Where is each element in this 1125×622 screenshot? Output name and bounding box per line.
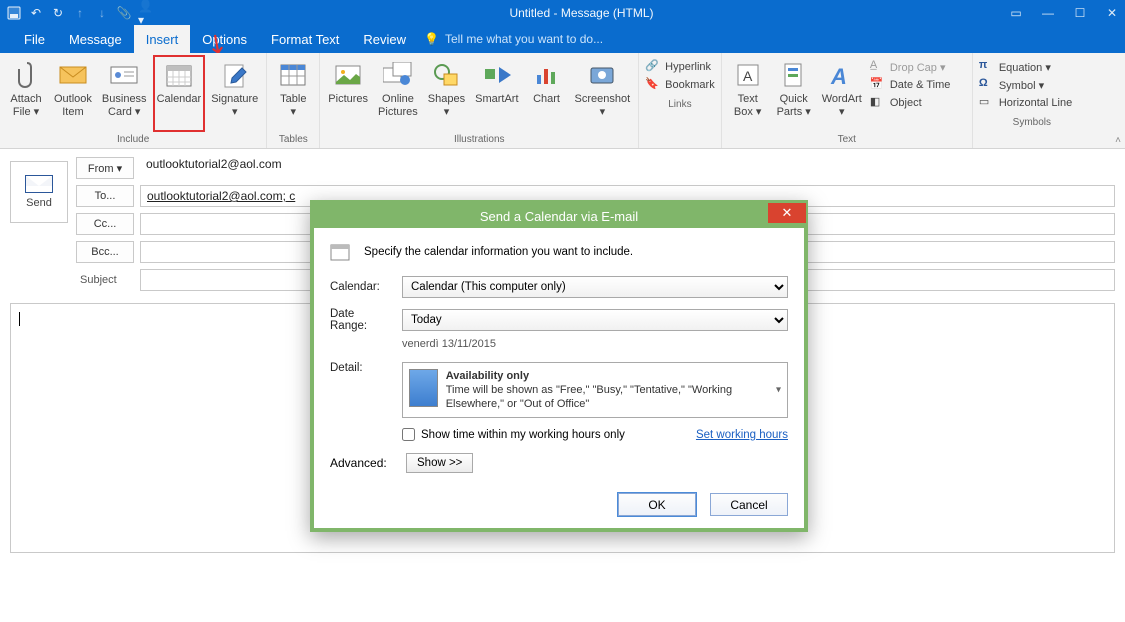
screenshot-button[interactable]: Screenshot ▾ [571, 55, 635, 132]
business-card-button[interactable]: Business Card ▾ [98, 55, 151, 132]
from-value: outlooktutorial2@aol.com [140, 157, 1115, 179]
tab-options[interactable]: Options [190, 25, 259, 53]
group-text-label: Text [726, 132, 968, 148]
window-buttons: ▭ — ☐ ✕ [1009, 6, 1119, 20]
date-text: venerdì 13/11/2015 [402, 338, 788, 350]
set-working-hours-link[interactable]: Set working hours [696, 429, 788, 441]
quick-access-toolbar: ↶ ↻ ↑ ↓ 📎 👤▾ [6, 5, 154, 21]
tab-review[interactable]: Review [351, 25, 418, 53]
tab-format-text[interactable]: Format Text [259, 25, 351, 53]
send-button[interactable]: Send [10, 161, 68, 223]
chevron-down-icon: ▾ [776, 385, 781, 396]
calendar-button[interactable]: Calendar [153, 55, 206, 132]
show-advanced-button[interactable]: Show >> [406, 453, 473, 473]
redo-icon[interactable]: ↻ [50, 5, 66, 21]
maximize-icon[interactable]: ☐ [1073, 6, 1087, 20]
user-icon[interactable]: 👤▾ [138, 5, 154, 21]
to-button[interactable]: To... [76, 185, 134, 207]
tell-me-label: Tell me what you want to do... [445, 32, 603, 46]
symbol-button[interactable]: ΩSymbol ▾ [979, 77, 1085, 93]
shapes-button[interactable]: Shapes ▾ [424, 55, 469, 132]
envelope-icon [25, 175, 53, 193]
calendar-label: Calendar: [330, 281, 392, 293]
equation-button[interactable]: πEquation ▾ [979, 59, 1085, 75]
tab-message[interactable]: Message [57, 25, 134, 53]
signature-button[interactable]: Signature ▾ [207, 55, 262, 132]
smartart-button[interactable]: SmartArt [471, 55, 522, 132]
group-links: 🔗Hyperlink 🔖Bookmark Links [639, 53, 722, 148]
group-tables: Table ▾ Tables [267, 53, 320, 148]
hyperlink-button[interactable]: 🔗Hyperlink [645, 59, 715, 75]
group-include-label: Include [4, 132, 262, 148]
window-title: Untitled - Message (HTML) [154, 6, 1009, 20]
dialog-intro: Specify the calendar information you wan… [364, 246, 633, 258]
object-button[interactable]: ◧Object [870, 95, 966, 111]
detail-select[interactable]: Availability only Time will be shown as … [402, 362, 788, 418]
cursor-icon [19, 312, 20, 326]
from-button[interactable]: From ▾ [76, 157, 134, 179]
quick-parts-button[interactable]: Quick Parts ▾ [772, 55, 816, 132]
group-include: Attach File ▾ Outlook Item Business Card… [0, 53, 267, 148]
cc-button[interactable]: Cc... [76, 213, 134, 235]
tab-insert[interactable]: Insert [134, 25, 191, 53]
group-links-label: Links [643, 97, 717, 113]
horizontal-line-button[interactable]: ▭Horizontal Line [979, 95, 1085, 111]
date-range-label: Date Range: [330, 308, 392, 332]
calendar-select[interactable]: Calendar (This computer only) [402, 276, 788, 298]
attach-file-button[interactable]: Attach File ▾ [4, 55, 48, 132]
attach-icon[interactable]: 📎 [116, 5, 132, 21]
collapse-ribbon-icon[interactable]: ˄ [1115, 135, 1121, 146]
svg-text:A: A [743, 68, 753, 84]
menubar: File Message Insert Options Format Text … [0, 25, 1125, 53]
send-label: Send [26, 197, 52, 209]
down-icon[interactable]: ↓ [94, 5, 110, 21]
group-symbols-label: Symbols [977, 115, 1087, 131]
advanced-label: Advanced: [330, 456, 392, 470]
up-icon[interactable]: ↑ [72, 5, 88, 21]
svg-text:A: A [830, 64, 847, 88]
outlook-item-button[interactable]: Outlook Item [50, 55, 96, 132]
group-tables-label: Tables [271, 132, 315, 148]
working-hours-checkbox[interactable]: Show time within my working hours only [402, 428, 625, 441]
group-text: AText Box ▾ Quick Parts ▾ AWordArt ▾ A̲D… [722, 53, 973, 148]
titlebar: ↶ ↻ ↑ ↓ 📎 👤▾ Untitled - Message (HTML) ▭… [0, 0, 1125, 25]
calendar-icon [330, 242, 350, 262]
date-range-select[interactable]: Today [402, 309, 788, 331]
chart-button[interactable]: Chart [525, 55, 569, 132]
group-illustrations: Pictures Online Pictures Shapes ▾ SmartA… [320, 53, 639, 148]
save-icon[interactable] [6, 5, 22, 21]
wordart-button[interactable]: AWordArt ▾ [818, 55, 866, 132]
dialog-close-button[interactable]: ✕ [768, 203, 806, 223]
detail-label: Detail: [330, 362, 392, 374]
ribbon-display-icon[interactable]: ▭ [1009, 6, 1023, 20]
online-pictures-button[interactable]: Online Pictures [374, 55, 422, 132]
tab-file[interactable]: File [12, 25, 57, 53]
minimize-icon[interactable]: — [1041, 6, 1055, 20]
pictures-button[interactable]: Pictures [324, 55, 372, 132]
cancel-button[interactable]: Cancel [710, 493, 788, 516]
ok-button[interactable]: OK [618, 493, 696, 516]
bookmark-button[interactable]: 🔖Bookmark [645, 77, 715, 93]
tell-me[interactable]: 💡 Tell me what you want to do... [418, 25, 603, 53]
group-symbols: πEquation ▾ ΩSymbol ▾ ▭Horizontal Line S… [973, 53, 1091, 148]
ribbon: Attach File ▾ Outlook Item Business Card… [0, 53, 1125, 149]
date-time-button[interactable]: 📅Date & Time [870, 77, 966, 93]
availability-icon [409, 369, 438, 407]
subject-label: Subject [76, 274, 134, 286]
drop-cap-button[interactable]: A̲Drop Cap ▾ [870, 59, 966, 75]
dialog-title: Send a Calendar via E-mail ✕ [314, 204, 804, 228]
send-calendar-dialog: Send a Calendar via E-mail ✕ Specify the… [310, 200, 808, 532]
detail-title: Availability only [446, 370, 529, 382]
group-illustrations-label: Illustrations [324, 132, 634, 148]
bcc-button[interactable]: Bcc... [76, 241, 134, 263]
table-button[interactable]: Table ▾ [271, 55, 315, 132]
textbox-button[interactable]: AText Box ▾ [726, 55, 770, 132]
close-icon[interactable]: ✕ [1105, 6, 1119, 20]
undo-icon[interactable]: ↶ [28, 5, 44, 21]
detail-desc: Time will be shown as "Free," "Busy," "T… [446, 384, 732, 410]
